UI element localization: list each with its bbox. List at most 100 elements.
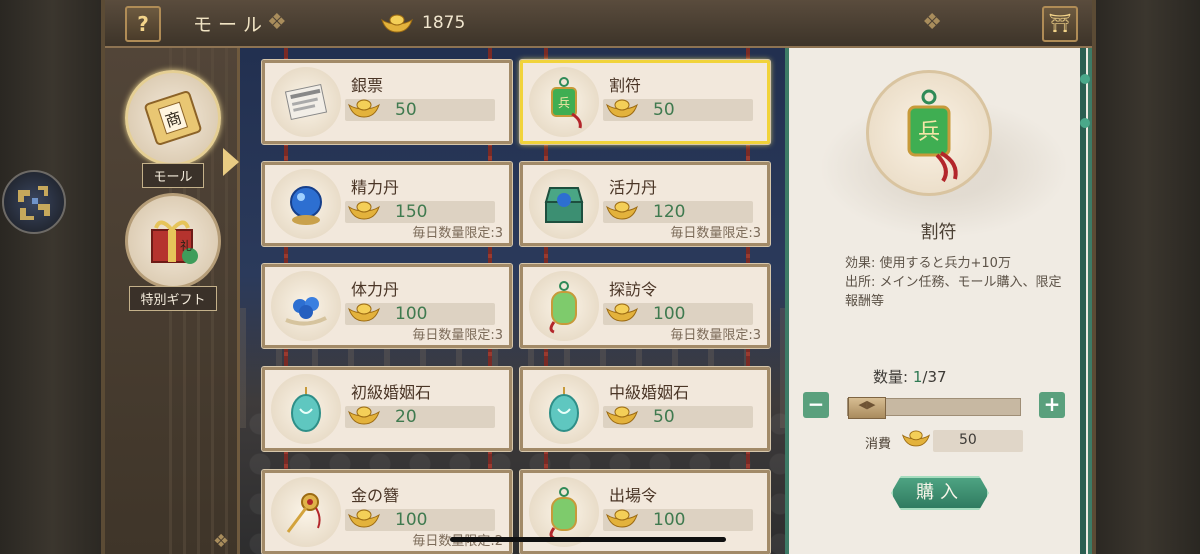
item-price: 50 <box>395 100 417 120</box>
gold-ingot-icon <box>606 201 638 220</box>
item-price-bar: 50 <box>603 99 753 121</box>
knot-ornament-icon: ❖ <box>267 10 287 35</box>
daily-limit-label: 毎日数量限定:3 <box>670 226 761 241</box>
item-card[interactable]: 探訪令 100 毎日数量限定:3 <box>519 263 771 349</box>
gold-ingot-icon <box>901 430 931 447</box>
svg-text:礼: 礼 <box>180 238 192 253</box>
currency-amount: 1875 <box>422 13 466 33</box>
treasure-chest-icon <box>529 169 599 239</box>
gold-ingot-icon <box>348 406 380 425</box>
cost-label: 消費 <box>865 437 892 452</box>
settings-scroll-button[interactable]: ⛩ <box>1042 6 1078 42</box>
item-name: 銀票 <box>351 76 384 95</box>
quantity-label: 数量: 1/37 <box>873 366 947 387</box>
item-card[interactable]: 兵 割符 50 <box>519 59 771 145</box>
tab-mall-label: モール <box>142 163 204 188</box>
gold-ingot-icon <box>381 14 413 33</box>
buy-button[interactable]: 購入 <box>891 476 989 510</box>
item-price: 150 <box>395 202 428 222</box>
tally-token-icon: 兵 <box>866 70 992 196</box>
jade-stone-icon <box>529 374 599 444</box>
item-name: 探訪令 <box>609 280 658 299</box>
item-name: 割符 <box>609 76 642 95</box>
increase-quantity-button[interactable]: + <box>1039 392 1065 418</box>
svg-text:兵: 兵 <box>558 96 570 110</box>
quantity-current: 1 <box>912 368 923 386</box>
item-card[interactable]: 体力丹 100 毎日数量限定:3 <box>261 263 513 349</box>
item-price: 50 <box>653 100 675 120</box>
item-card[interactable]: 銀票 50 <box>261 59 513 145</box>
gold-ingot-icon <box>606 509 638 528</box>
gold-ingot-icon <box>348 201 380 220</box>
help-button[interactable]: ? <box>125 6 161 42</box>
detail-effect-line: 効果: 使用すると兵力+10万 <box>845 256 1011 271</box>
gold-ingot-icon <box>348 509 380 528</box>
decrease-quantity-button[interactable]: − <box>803 392 829 418</box>
mall-scroll-icon: 商 <box>125 70 221 166</box>
tab-column: 商 モール 礼 特別ギフト ❖ <box>105 48 240 554</box>
item-price-bar: 100 <box>603 509 753 531</box>
item-price: 100 <box>653 510 686 530</box>
item-price: 50 <box>653 407 675 427</box>
slider-handle[interactable]: ◀▶ <box>848 397 886 419</box>
right-frame <box>1092 0 1200 554</box>
tab-mall[interactable]: 商 モール <box>123 70 223 188</box>
item-price-bar: 100 <box>345 303 495 325</box>
home-indicator[interactable] <box>450 537 726 542</box>
quantity-slider[interactable]: ◀▶ <box>847 397 1021 419</box>
quantity-max: /37 <box>922 368 947 386</box>
tassel-ornament-icon <box>1080 74 1090 84</box>
item-name: 金の簪 <box>351 486 400 505</box>
item-name: 精力丹 <box>351 178 400 197</box>
daily-limit-label: 毎日数量限定:3 <box>412 226 503 241</box>
item-price-bar: 100 <box>345 509 495 531</box>
item-price-bar: 20 <box>345 406 495 428</box>
tassel-ornament-icon <box>1080 118 1090 128</box>
item-price: 120 <box>653 202 686 222</box>
detail-description: 効果: 使用すると兵力+10万 出所: メイン任務、モール購入、限定報酬等 <box>845 254 1074 311</box>
blue-pills-icon <box>271 271 341 341</box>
daily-limit-label: 毎日数量限定:3 <box>670 328 761 343</box>
cost-display: 50 <box>933 430 1023 452</box>
knot-ornament-icon: ❖ <box>922 10 942 35</box>
gold-ingot-icon <box>348 99 380 118</box>
item-card[interactable]: 中級婚姻石 50 <box>519 366 771 452</box>
item-card[interactable]: 活力丹 120 毎日数量限定:3 <box>519 161 771 247</box>
knot-ornament-icon: ❖ <box>213 531 230 552</box>
item-price-bar: 100 <box>603 303 753 325</box>
hairpin-icon <box>271 477 341 547</box>
item-name: 活力丹 <box>609 178 658 197</box>
daily-limit-label: 毎日数量限定:3 <box>412 328 503 343</box>
item-card[interactable]: 初級婚姻石 20 <box>261 366 513 452</box>
currency-display: 1875 <box>380 12 465 34</box>
tally-token-icon: 兵 <box>529 67 599 137</box>
gift-box-icon: 礼 <box>125 193 221 289</box>
cost-value: 50 <box>959 432 977 448</box>
item-price-bar: 120 <box>603 201 753 223</box>
tab-special-gift-label: 特別ギフト <box>129 286 217 311</box>
item-price: 100 <box>395 304 428 324</box>
item-price-bar: 50 <box>603 406 753 428</box>
top-bar: ? モール ❖ 1875 ❖ ⛩ <box>105 0 1092 48</box>
tab-special-gift[interactable]: 礼 特別ギフト <box>123 193 223 311</box>
paper-money-icon <box>271 67 341 137</box>
active-tab-arrow-icon <box>223 148 239 176</box>
quantity-caption: 数量: <box>873 368 909 386</box>
page-title: モール <box>193 14 269 36</box>
item-price-bar: 50 <box>345 99 495 121</box>
green-token-icon <box>529 271 599 341</box>
item-detail-panel: 兵 割符 効果: 使用すると兵力+10万 出所: メイン任務、モール購入、限定報… <box>785 48 1092 554</box>
item-name: 体力丹 <box>351 280 400 299</box>
item-price: 20 <box>395 407 417 427</box>
item-name: 出場令 <box>609 486 658 505</box>
item-name: 中級婚姻石 <box>609 383 690 402</box>
detail-source-line: 出所: メイン任務、モール購入、限定報酬等 <box>845 275 1062 309</box>
side-menu-emblem-icon[interactable] <box>2 170 66 234</box>
item-name: 初級婚姻石 <box>351 383 432 402</box>
item-price-bar: 150 <box>345 201 495 223</box>
svg-text:兵: 兵 <box>918 120 940 145</box>
jade-stone-icon <box>271 374 341 444</box>
item-price: 100 <box>395 510 428 530</box>
detail-item-name: 割符 <box>920 222 957 243</box>
item-card[interactable]: 精力丹 150 毎日数量限定:3 <box>261 161 513 247</box>
